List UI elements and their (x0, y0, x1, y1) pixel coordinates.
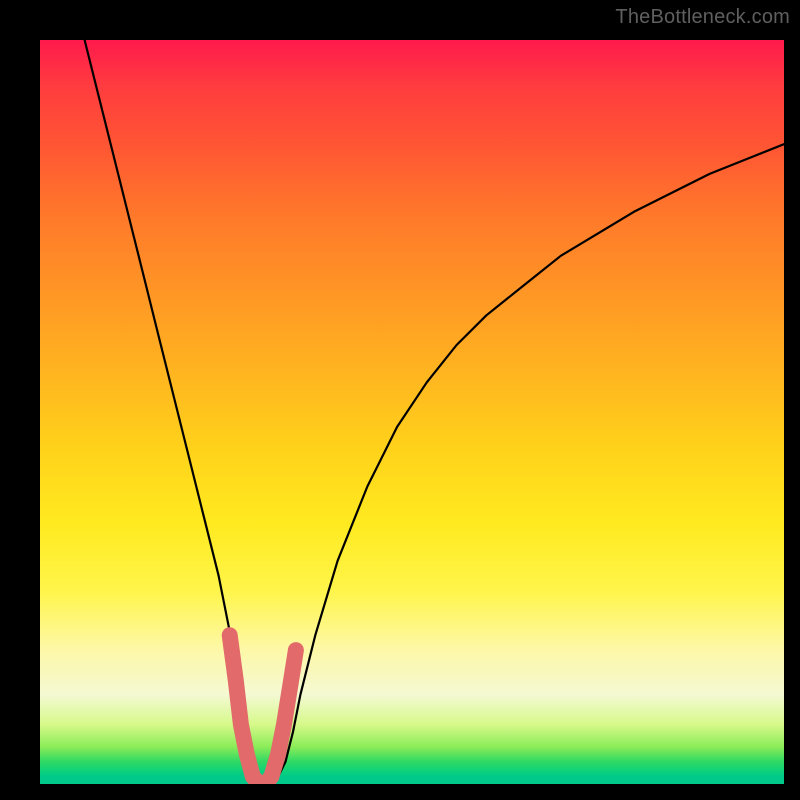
curve-layer (40, 40, 784, 784)
watermark-text: TheBottleneck.com (615, 6, 790, 29)
plot-area (40, 40, 784, 784)
chart-frame: TheBottleneck.com (0, 0, 800, 800)
bottleneck-curve (85, 40, 784, 784)
